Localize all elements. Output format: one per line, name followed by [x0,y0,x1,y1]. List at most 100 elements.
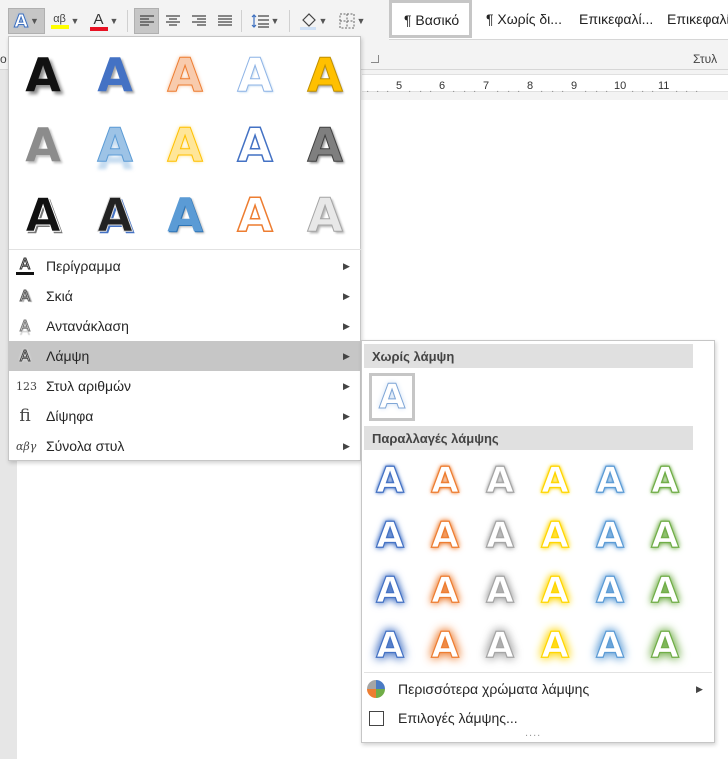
chevron-down-icon: ▼ [30,16,39,26]
align-right-button[interactable] [186,8,211,34]
glow-blue-2[interactable]: A [368,513,412,557]
glow-green-4[interactable]: A [643,623,687,667]
menu-item-stylistic-sets[interactable]: αβγ Σύνολα στυλ ▶ [9,431,361,461]
menu-item-number-styles[interactable]: 123 Στυλ αριθμών ▶ [9,371,361,401]
menu-item-label: Σύνολα στυλ [46,438,125,454]
styles-group-label: Στυλ [693,52,718,66]
glow-gray-4[interactable]: A [478,623,522,667]
resize-grip[interactable]: .... [525,727,541,739]
align-center-icon [165,15,180,26]
menu-item-ligatures[interactable]: fi Δίψηφα ▶ [9,401,361,431]
align-left-button[interactable] [134,8,159,34]
ruler-number: 5 [396,80,403,92]
ruler-tick: · [366,86,370,97]
effect-gold-outline[interactable]: A [161,117,209,173]
more-glow-colors-label: Περισσότερα χρώματα λάμψης [398,681,590,697]
effect-blue-outline[interactable]: A [231,117,279,173]
no-glow-option[interactable]: A [369,373,415,421]
glow-options-label: Επιλογές λάμψης... [398,710,518,726]
ruler-tick: · [376,86,380,97]
line-spacing-button[interactable]: ▼ [247,8,283,34]
glow-green-1[interactable]: A [643,458,687,502]
effect-black-shadow[interactable]: A [19,47,67,103]
style-heading-2[interactable]: Επικεφαλί [667,11,728,27]
ruler-tick: · [540,86,544,97]
ruler-tick: · [496,86,500,97]
ruler-tick: · [641,86,645,97]
menu-item-label: Στυλ αριθμών [46,378,132,394]
submenu-arrow-icon: ▶ [343,380,350,391]
shading-button[interactable]: ▼ [295,8,331,34]
menu-item-glow[interactable]: A Λάμψη ▶ [9,341,361,371]
glow-options-icon [369,710,384,726]
ruler-tick: · [605,86,609,97]
glow-light-blue-4[interactable]: A [588,623,632,667]
ruler-tick: · [551,86,555,97]
glow-orange-2[interactable]: A [423,513,467,557]
separator [127,10,128,32]
style-heading-1[interactable]: Επικεφαλί... [579,11,653,27]
reflection-icon: A [19,317,31,336]
effect-dark-gray-bevel[interactable]: A [301,117,349,173]
glow-orange-1[interactable]: A [423,458,467,502]
chevron-down-icon: ▼ [356,16,366,26]
style-no-spacing[interactable]: ¶ Χωρίς δι... [486,11,562,27]
justify-button[interactable] [212,8,237,34]
align-center-button[interactable] [160,8,185,34]
glow-light-blue-3[interactable]: A [588,568,632,612]
font-color-button[interactable]: A ▼ [86,8,122,34]
glow-gray-1[interactable]: A [478,458,522,502]
glow-icon: A [19,347,31,366]
effect-black-blue-shadow[interactable]: A [91,187,139,243]
ruler-tick: · [429,86,433,97]
glow-orange-3[interactable]: A [423,568,467,612]
glow-gray-2[interactable]: A [478,513,522,557]
glow-submenu: Χωρίς λάμψη A Παραλλαγές λάμψης AAAAAAAA… [361,340,715,743]
font-color-icon: A [89,12,108,31]
menu-item-outline[interactable]: A Περίγραμμα ▶ [9,251,361,281]
effect-silver-bevel[interactable]: A [301,187,349,243]
glow-blue-4[interactable]: A [368,623,412,667]
glow-light-blue-1[interactable]: A [588,458,632,502]
effect-white-blue-outline[interactable]: A [231,47,279,103]
glow-gray-3[interactable]: A [478,568,522,612]
text-effects-gallery: A A A A A A A A A A A A A A A [9,37,361,249]
glow-green-2[interactable]: A [643,513,687,557]
glow-gold-2[interactable]: A [533,513,577,557]
effect-blue-reflection[interactable]: A [91,117,139,173]
ruler-tick: · [517,86,521,97]
effect-orange-outline-2[interactable]: A [231,187,279,243]
submenu-arrow-icon: ▶ [343,350,350,361]
effect-gold-bevel[interactable]: A [301,47,349,103]
separator [289,10,290,32]
effect-orange-outline[interactable]: A [161,47,209,103]
chevron-down-icon: ▼ [70,16,80,26]
menu-item-shadow[interactable]: A Σκιά ▶ [9,281,361,311]
submenu-arrow-icon: ▶ [343,260,350,271]
glow-green-3[interactable]: A [643,568,687,612]
text-effects-button[interactable]: A ▼ [8,8,45,34]
paragraph-dialog-launcher[interactable] [371,55,379,63]
glow-gold-4[interactable]: A [533,623,577,667]
glow-gold-1[interactable]: A [533,458,577,502]
style-normal[interactable]: ¶ Βασικό [389,0,473,38]
ruler-tick: · [452,86,456,97]
stylistic-sets-icon: αβγ [16,439,37,453]
borders-button[interactable]: ▼ [334,8,370,34]
effect-blue-shadow[interactable]: A [91,47,139,103]
highlight-button[interactable]: αβ ▼ [47,8,83,34]
effect-gray-shadow[interactable]: A [19,117,67,173]
outline-glyph: A [19,255,31,273]
ruler-number: 9 [571,80,578,92]
ligatures-icon: fi [19,406,31,426]
glow-orange-4[interactable]: A [423,623,467,667]
effect-blue-bevel[interactable]: A [161,187,209,243]
glow-blue-1[interactable]: A [368,458,412,502]
glow-light-blue-2[interactable]: A [588,513,632,557]
glow-gold-3[interactable]: A [533,568,577,612]
menu-item-reflection[interactable]: A Αντανάκλαση ▶ [9,311,361,341]
number-styles-icon: 123 [16,379,37,393]
glow-blue-3[interactable]: A [368,568,412,612]
effect-black-outline[interactable]: A [19,187,67,243]
more-glow-colors-item[interactable]: Περισσότερα χρώματα λάμψης ▶ [362,675,714,703]
